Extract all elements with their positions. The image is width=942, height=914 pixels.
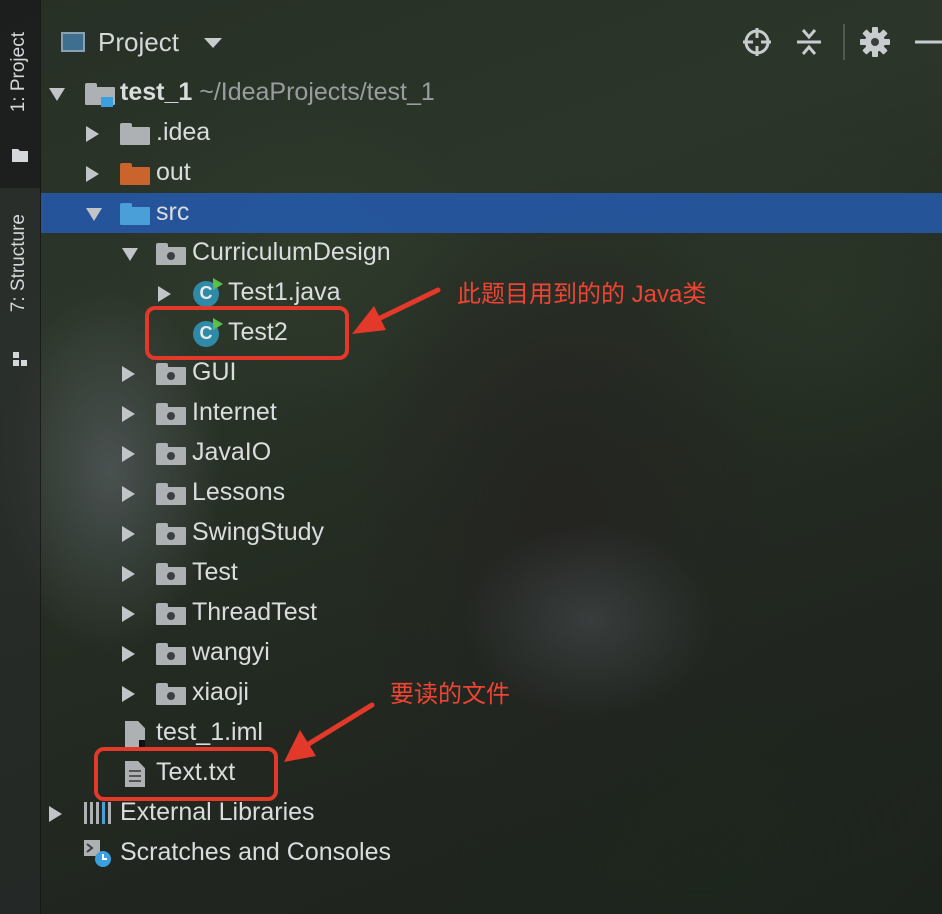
annotation-arrows xyxy=(284,287,441,762)
annotation-java-class: 此题目用到的的 Java类 xyxy=(457,281,707,308)
annotation-file-to-read: 要读的文件 xyxy=(390,681,510,708)
